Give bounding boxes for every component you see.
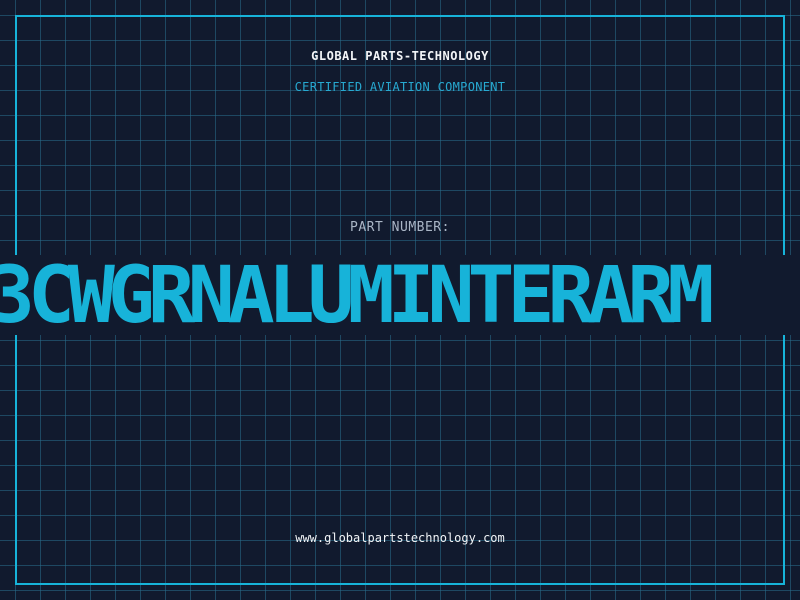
part-number-band: 3CWGRNALUMINTERARM bbox=[0, 255, 800, 335]
certification-subtitle: CERTIFIED AVIATION COMPONENT bbox=[294, 80, 506, 94]
website-url: www.globalpartstechnology.com bbox=[295, 531, 505, 545]
label-canvas: GLOBAL PARTS-TECHNOLOGY CERTIFIED AVIATI… bbox=[0, 0, 800, 600]
company-name: GLOBAL PARTS-TECHNOLOGY bbox=[311, 49, 489, 63]
part-number-label: PART NUMBER: bbox=[350, 220, 450, 235]
part-number-value: 3CWGRNALUMINTERARM bbox=[0, 255, 714, 335]
